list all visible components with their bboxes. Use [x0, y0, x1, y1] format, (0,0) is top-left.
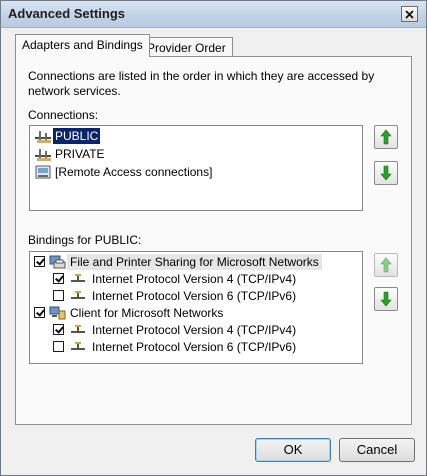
binding-label: Internet Protocol Version 6 (TCP/IPv6)	[92, 340, 297, 354]
tab-provider-order[interactable]: Provider Order	[140, 37, 233, 57]
protocol-icon	[71, 274, 85, 282]
tree-item[interactable]: Internet Protocol Version 6 (TCP/IPv6)	[30, 339, 360, 355]
cancel-button[interactable]: Cancel	[339, 438, 415, 462]
connections-list[interactable]: PUBLIC PRIVATE [Remote Access connection…	[29, 125, 363, 211]
binding-checkbox[interactable]	[34, 256, 45, 267]
move-connection-down-button[interactable]	[374, 161, 398, 185]
tree-item[interactable]: Internet Protocol Version 4 (TCP/IPv4)	[30, 271, 360, 287]
move-binding-up-button[interactable]	[374, 253, 398, 277]
bindings-tree[interactable]: File and Printer Sharing for Microsoft N…	[29, 251, 363, 364]
protocol-icon	[71, 291, 85, 299]
binding-checkbox[interactable]	[53, 290, 64, 301]
tree-item[interactable]: Internet Protocol Version 6 (TCP/IPv6)	[30, 288, 360, 304]
move-connection-up-button[interactable]	[374, 125, 398, 149]
binding-label: Internet Protocol Version 6 (TCP/IPv6)	[92, 289, 297, 303]
close-icon	[405, 10, 414, 19]
network-adapter-icon	[35, 149, 51, 161]
connection-label-remote-access: [Remote Access connections]	[55, 165, 213, 179]
move-binding-down-button[interactable]	[374, 287, 398, 311]
tree-item[interactable]: Client for Microsoft Networks	[30, 305, 360, 321]
binding-checkbox[interactable]	[53, 324, 64, 335]
protocol-icon	[71, 325, 85, 333]
binding-label: File and Printer Sharing for Microsoft N…	[67, 254, 322, 270]
bindings-label: Bindings for PUBLIC:	[28, 233, 142, 247]
advanced-settings-dialog: Advanced Settings Adapters and Bindings …	[0, 0, 427, 476]
window-title: Advanced Settings	[8, 6, 126, 21]
adapters-bindings-panel: Connections are listed in the order in w…	[15, 56, 412, 425]
binding-label: Internet Protocol Version 4 (TCP/IPv4)	[92, 272, 297, 286]
tab-label: Adapters and Bindings	[22, 38, 143, 52]
binding-checkbox[interactable]	[53, 341, 64, 352]
connection-label-private: PRIVATE	[55, 147, 105, 161]
remote-access-icon	[35, 165, 51, 179]
binding-checkbox[interactable]	[53, 273, 64, 284]
arrow-down-icon	[380, 165, 392, 181]
network-adapter-icon	[35, 131, 51, 143]
client-network-icon	[49, 306, 66, 320]
tab-label: Provider Order	[147, 41, 226, 55]
title-bar[interactable]: Advanced Settings	[1, 1, 426, 28]
file-printer-sharing-icon	[49, 255, 66, 269]
close-button[interactable]	[401, 6, 418, 22]
connections-label: Connections:	[28, 108, 99, 122]
tab-adapters-and-bindings[interactable]: Adapters and Bindings	[15, 34, 150, 57]
binding-label: Internet Protocol Version 4 (TCP/IPv4)	[92, 323, 297, 337]
description-text: Connections are listed in the order in w…	[28, 69, 375, 98]
arrow-up-icon	[380, 129, 392, 145]
tree-item[interactable]: File and Printer Sharing for Microsoft N…	[30, 254, 360, 270]
tree-item[interactable]: Internet Protocol Version 4 (TCP/IPv4)	[30, 322, 360, 338]
protocol-icon	[71, 342, 85, 350]
binding-checkbox[interactable]	[34, 307, 45, 318]
connection-label-public: PUBLIC	[53, 128, 101, 144]
ok-button[interactable]: OK	[255, 438, 331, 462]
binding-label: Client for Microsoft Networks	[70, 306, 224, 320]
arrow-down-icon	[380, 291, 392, 307]
arrow-up-icon	[380, 257, 392, 273]
